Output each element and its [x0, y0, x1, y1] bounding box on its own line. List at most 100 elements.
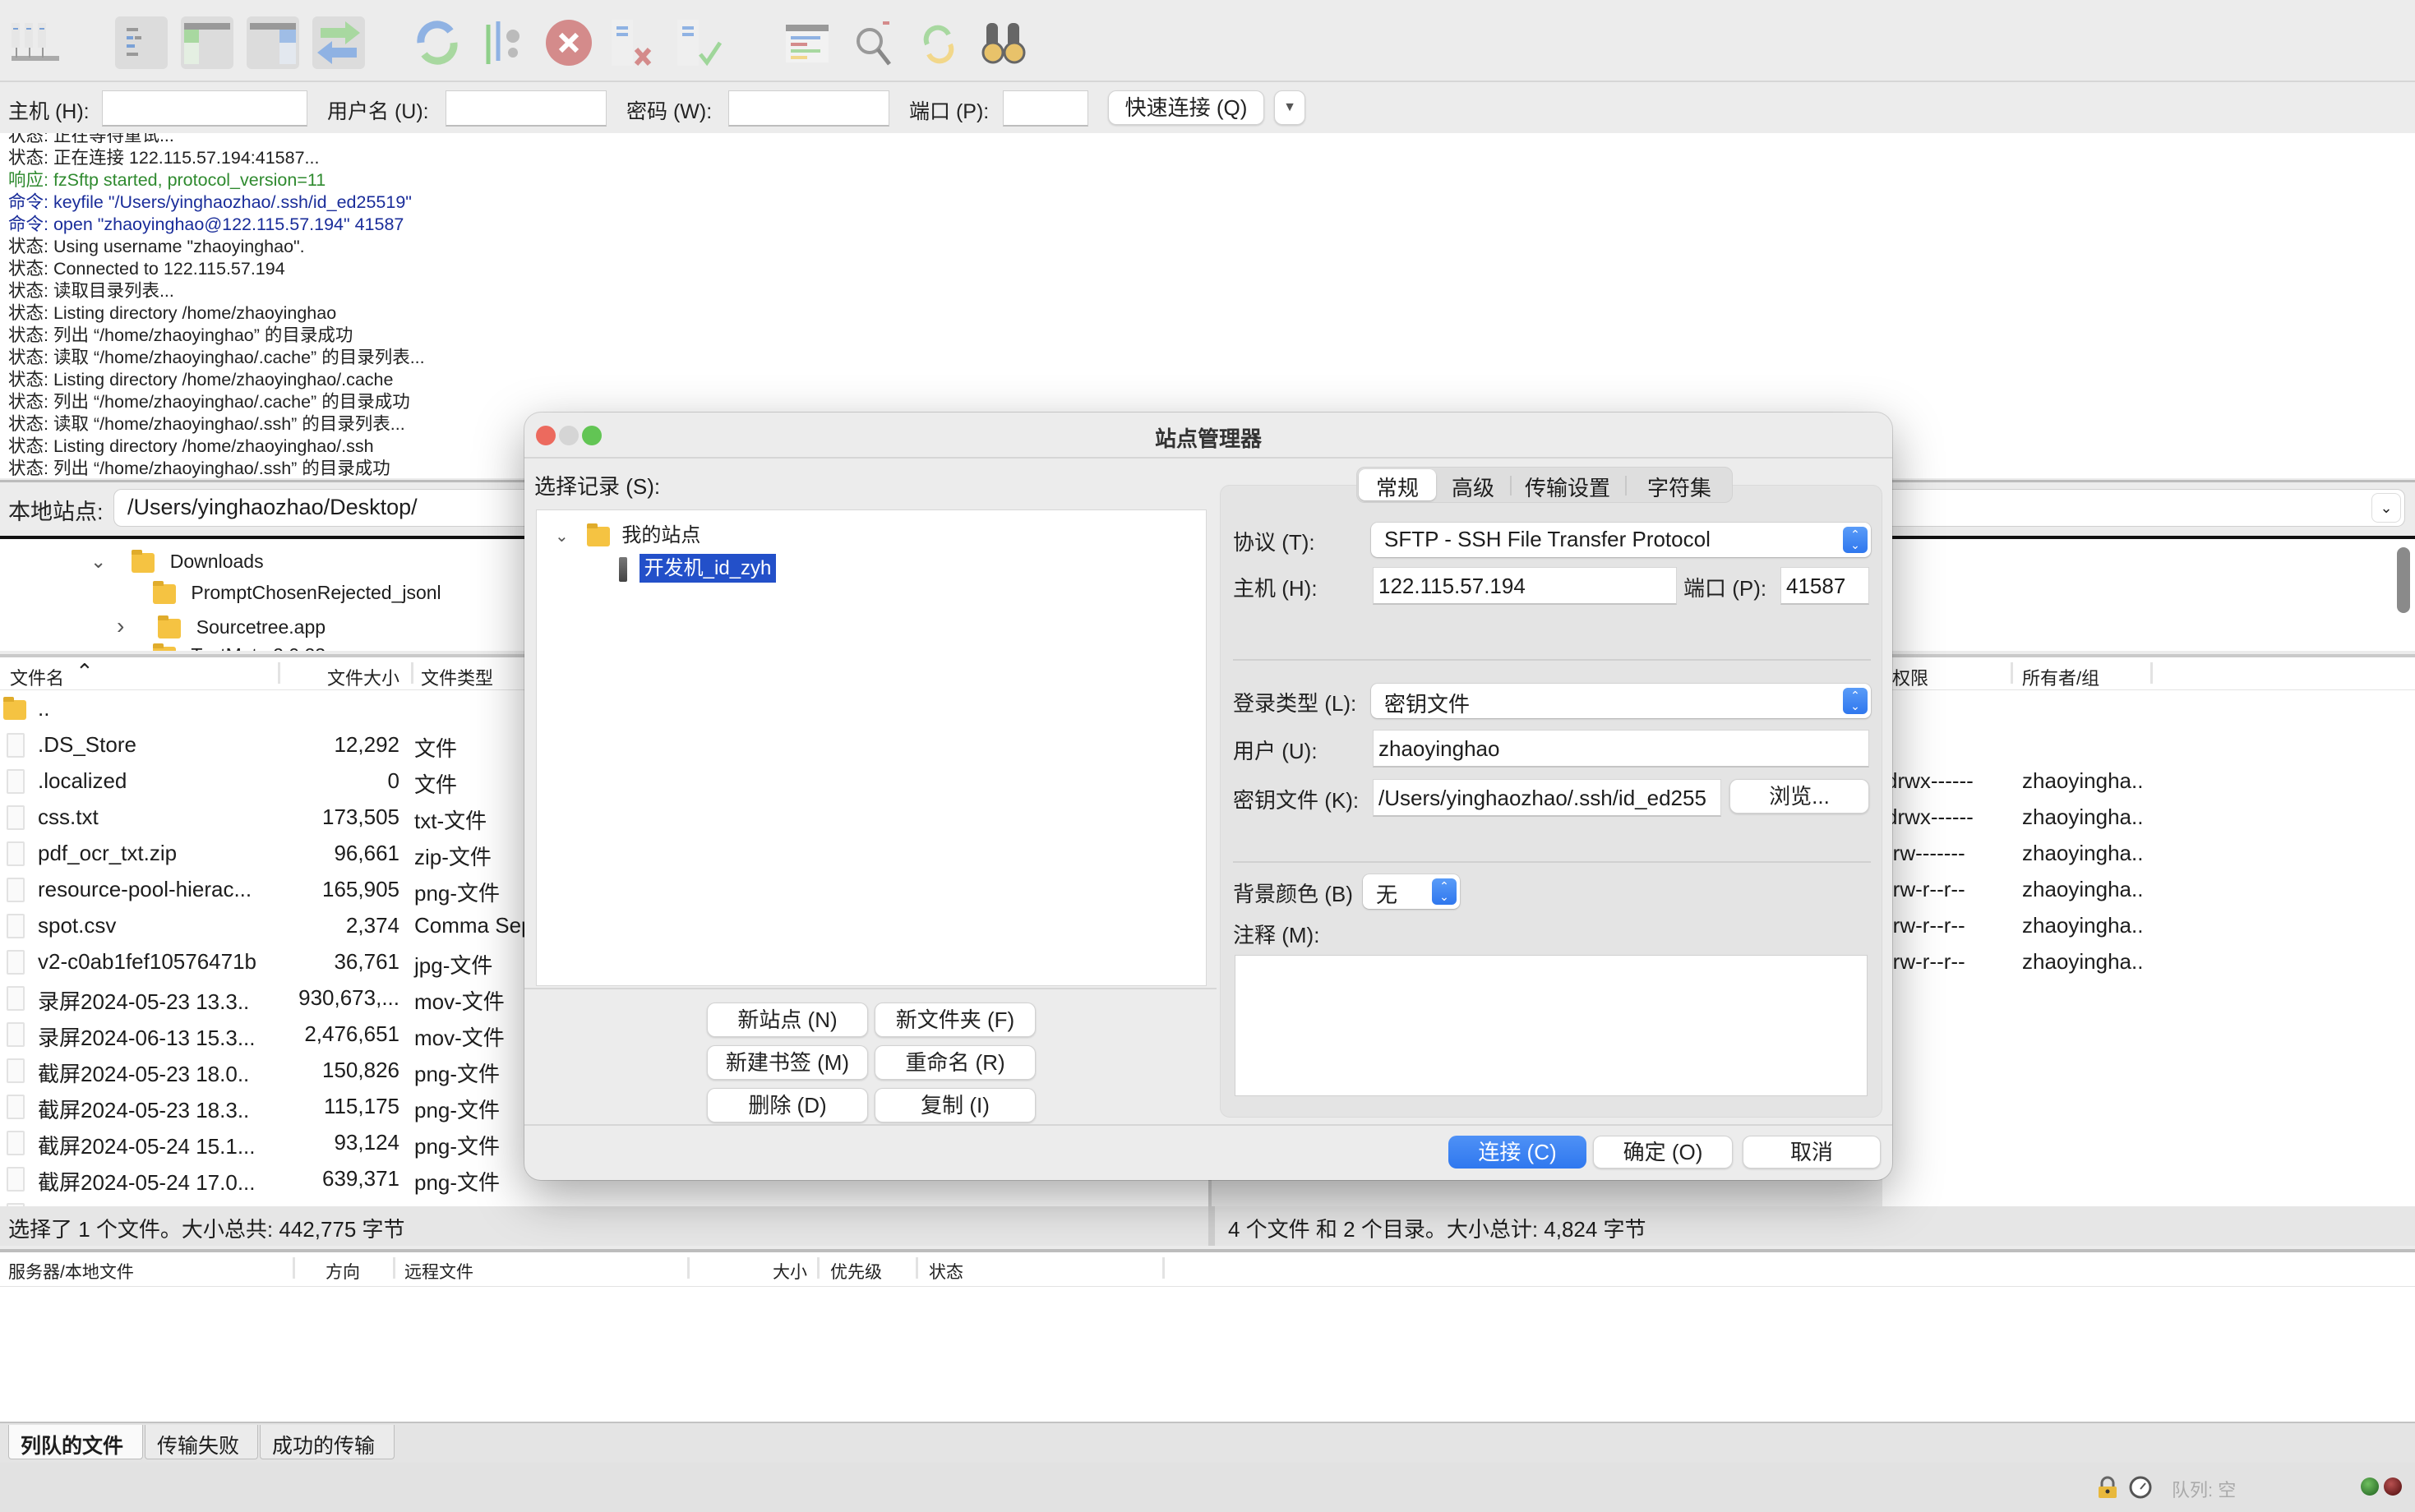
remote-path-dropdown[interactable]: ⌄	[2371, 493, 2401, 523]
tab-failed-transfers[interactable]: 传输失败	[145, 1425, 258, 1459]
connect-button[interactable]: 连接 (C)	[1448, 1136, 1586, 1169]
tree-item-my-sites[interactable]: ⌄ 我的站点	[555, 519, 700, 547]
tree-item-site[interactable]: 开发机_id_zyh	[619, 551, 777, 583]
port-input[interactable]: 41587	[1780, 567, 1869, 605]
new-site-button[interactable]: 新站点 (N)	[707, 1003, 868, 1037]
disconnect-icon[interactable]	[608, 16, 661, 69]
new-bookmark-button[interactable]: 新建书签 (M)	[707, 1045, 868, 1080]
tab-transfer-settings[interactable]: 传输设置	[1512, 469, 1623, 500]
column-header-priority[interactable]: 优先级	[830, 1259, 882, 1284]
cancel-icon[interactable]	[543, 16, 595, 69]
column-separator[interactable]	[916, 1257, 918, 1279]
column-separator[interactable]	[411, 662, 413, 684]
site-manager-icon[interactable]	[8, 16, 61, 69]
quickconnect-password-input[interactable]	[728, 90, 889, 127]
column-separator[interactable]	[293, 1257, 295, 1279]
tree-item-downloads[interactable]: ⌄ Downloads	[90, 549, 264, 573]
queue-tabs: 列队的文件 传输失败 成功的传输	[0, 1422, 2415, 1463]
reconnect-icon[interactable]	[674, 16, 727, 69]
site-tree[interactable]: ⌄ 我的站点 开发机_id_zyh	[536, 509, 1207, 986]
column-separator[interactable]	[687, 1257, 690, 1279]
remote-file-row[interactable]: drwx------ zhaoyingha..	[1882, 800, 2415, 837]
log-line: 状态: 列出 “/home/zhaoyinghao” 的目录成功	[8, 325, 353, 345]
speed-limit-icon[interactable]	[2129, 1476, 2152, 1499]
file-icon	[7, 1095, 25, 1119]
column-separator[interactable]	[817, 1257, 820, 1279]
transfer-queue[interactable]: 服务器/本地文件 方向 远程文件 大小 优先级 状态	[0, 1249, 2415, 1422]
column-header-owner[interactable]: 所有者/组	[2022, 664, 2099, 690]
chevron-down-icon[interactable]: ⌄	[90, 551, 115, 573]
quickconnect-user-input[interactable]	[446, 90, 607, 127]
scrollbar-thumb[interactable]	[2397, 547, 2410, 613]
logon-type-select[interactable]: 密钥文件 ⌃ ⌄	[1371, 684, 1871, 718]
column-header-remote-file[interactable]: 远程文件	[404, 1259, 473, 1284]
column-header-permissions[interactable]: 权限	[1892, 664, 1928, 690]
log-line: 状态: 列出 “/home/zhaoyinghao/.cache” 的目录成功	[8, 392, 410, 412]
filter-icon[interactable]	[847, 16, 899, 69]
tab-charset[interactable]: 字符集	[1628, 469, 1730, 500]
column-header-size[interactable]: 大小	[773, 1259, 807, 1284]
remote-path-input[interactable]: ⌄	[1882, 489, 2405, 527]
directory-compare-icon[interactable]	[781, 16, 833, 69]
tab-queued-files[interactable]: 列队的文件	[8, 1425, 143, 1459]
cancel-button[interactable]: 取消	[1743, 1136, 1881, 1169]
tab-advanced[interactable]: 高级	[1438, 469, 1508, 500]
remote-file-row[interactable]: -rw-r--r-- zhaoyingha..	[1882, 945, 2415, 981]
column-header-size[interactable]: 文件大小	[327, 664, 399, 690]
search-icon[interactable]	[978, 16, 1031, 69]
chevron-down-icon[interactable]: ⌄	[555, 526, 573, 546]
protocol-label: 协议 (T):	[1233, 530, 1315, 555]
file-row[interactable]: 截屏2024-05-24 17.1...431,547png-文件	[0, 1198, 1208, 1206]
tree-item-promptchosenrejected[interactable]: PromptChosenRejected_jsonl	[153, 580, 441, 604]
remote-file-row[interactable]: -rw-r--r-- zhaoyingha..	[1882, 873, 2415, 909]
quickconnect-button[interactable]: 快速连接 (Q)	[1108, 90, 1264, 125]
remote-file-list[interactable]: 权限 所有者/组 drwx------ zhaoyingha.. drwx-----…	[1882, 654, 2415, 1206]
column-separator[interactable]	[393, 1257, 395, 1279]
delete-button[interactable]: 删除 (D)	[707, 1088, 868, 1122]
column-separator[interactable]	[2150, 662, 2153, 684]
lock-icon[interactable]	[2096, 1476, 2119, 1499]
user-input[interactable]: zhaoyinghao	[1373, 730, 1869, 768]
comment-textarea[interactable]	[1235, 955, 1868, 1096]
duplicate-button[interactable]: 复制 (I)	[875, 1088, 1036, 1122]
keyfile-input[interactable]: /Users/yinghaozhao/.ssh/id_ed255	[1373, 779, 1721, 817]
column-separator[interactable]	[278, 662, 280, 684]
column-header-status[interactable]: 状态	[929, 1259, 963, 1284]
quickconnect-host-input[interactable]	[102, 90, 307, 127]
column-separator[interactable]	[2011, 662, 2013, 684]
column-header-local-file[interactable]: 服务器/本地文件	[8, 1259, 134, 1284]
remote-directory-tree[interactable]	[1882, 536, 2415, 651]
background-color-select[interactable]: 无 ⌃ ⌄	[1363, 874, 1460, 909]
tab-general[interactable]: 常规	[1359, 469, 1436, 500]
tree-item-textmate[interactable]: TextMate 2.0.23	[153, 643, 326, 651]
log-line: 响应: fzSftp started, protocol_version=11	[8, 170, 326, 190]
host-input[interactable]: 122.115.57.194	[1373, 567, 1677, 605]
dialog-titlebar[interactable]: 站点管理器	[524, 413, 1892, 459]
quickconnect-history-dropdown[interactable]: ▼	[1274, 90, 1305, 125]
toggle-queue-icon[interactable]	[312, 16, 365, 69]
chevron-right-icon[interactable]: ›	[117, 613, 141, 639]
ok-button[interactable]: 确定 (O)	[1593, 1136, 1733, 1169]
toggle-local-tree-icon[interactable]	[181, 16, 233, 69]
remote-file-row[interactable]: -rw-r--r-- zhaoyingha..	[1882, 909, 2415, 945]
sync-browse-icon[interactable]	[912, 16, 965, 69]
tree-item-sourcetree[interactable]: › Sourcetree.app	[117, 613, 326, 639]
refresh-icon[interactable]	[411, 16, 464, 69]
protocol-select[interactable]: SFTP - SSH File Transfer Protocol ⌃ ⌄	[1371, 523, 1871, 557]
receive-indicator-icon	[2361, 1477, 2379, 1496]
column-header-direction[interactable]: 方向	[326, 1259, 360, 1284]
log-line: 状态: 正在等待重试...	[8, 133, 174, 145]
tab-successful-transfers[interactable]: 成功的传输	[260, 1425, 395, 1459]
toggle-remote-tree-icon[interactable]	[247, 16, 299, 69]
quickconnect-port-input[interactable]	[1003, 90, 1088, 127]
process-queue-icon[interactable]	[477, 16, 529, 69]
browse-button[interactable]: 浏览...	[1729, 779, 1869, 814]
remote-file-row[interactable]: -rw------- zhaoyingha..	[1882, 837, 2415, 873]
toggle-log-icon[interactable]	[115, 16, 168, 69]
column-header-name[interactable]: 文件名	[10, 664, 64, 690]
remote-file-row[interactable]: drwx------ zhaoyingha..	[1882, 764, 2415, 800]
column-separator[interactable]	[1162, 1257, 1165, 1279]
column-header-type[interactable]: 文件类型	[421, 664, 493, 690]
new-folder-button[interactable]: 新文件夹 (F)	[875, 1003, 1036, 1037]
rename-button[interactable]: 重命名 (R)	[875, 1045, 1036, 1080]
